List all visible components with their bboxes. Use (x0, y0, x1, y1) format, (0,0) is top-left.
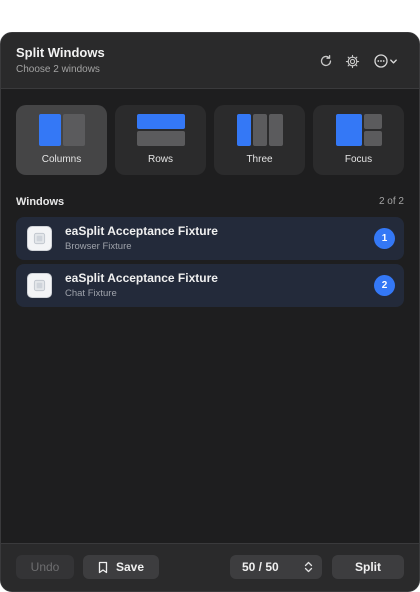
bookmark-icon (98, 561, 108, 574)
layout-focus-button[interactable]: Focus (313, 105, 404, 175)
window-thumbnail-icon (27, 226, 52, 251)
rows-layout-icon (137, 114, 185, 146)
ratio-select[interactable]: 50 / 50 (230, 555, 322, 579)
three-layout-icon (237, 114, 283, 146)
columns-layout-icon (39, 114, 85, 146)
panel-subtitle: Choose 2 windows (16, 64, 100, 75)
split-button[interactable]: Split (332, 555, 404, 579)
windows-section-title: Windows (16, 196, 65, 208)
focus-layout-icon (336, 114, 382, 146)
layout-rows-label: Rows (147, 154, 173, 165)
split-windows-panel: Split Windows Choose 2 windows Columns R… (0, 32, 420, 592)
chevron-down-icon[interactable] (387, 52, 399, 70)
ratio-label: 50 / 50 (242, 560, 279, 574)
window-title: eaSplit Acceptance Fixture (65, 271, 218, 285)
up-down-chevron-icon (304, 561, 313, 573)
window-order-badge: 2 (374, 275, 395, 296)
layout-three-button[interactable]: Three (214, 105, 305, 175)
refresh-icon[interactable] (317, 52, 335, 70)
save-button[interactable]: Save (83, 555, 159, 579)
layout-three-label: Three (246, 154, 273, 165)
window-title: eaSplit Acceptance Fixture (65, 224, 218, 238)
window-row[interactable]: eaSplit Acceptance Fixture Chat Fixture … (16, 264, 404, 307)
window-order-badge: 1 (374, 228, 395, 249)
save-label: Save (115, 560, 145, 574)
undo-label: Undo (30, 560, 60, 574)
windows-count: 2 of 2 (378, 196, 404, 207)
layout-columns-button[interactable]: Columns (16, 105, 107, 175)
panel-title: Split Windows (16, 45, 105, 60)
layout-rows-button[interactable]: Rows (115, 105, 206, 175)
layout-focus-label: Focus (344, 154, 373, 165)
window-subtitle: Chat Fixture (65, 288, 117, 299)
split-label: Split (355, 560, 381, 574)
gear-icon[interactable] (343, 52, 361, 70)
layout-picker: Columns Rows Three Focus (16, 105, 406, 177)
panel-footer: Undo Save 50 / 50 Split (1, 543, 419, 591)
panel-header: Split Windows Choose 2 windows (1, 33, 419, 89)
window-subtitle: Browser Fixture (65, 241, 132, 252)
window-row[interactable]: eaSplit Acceptance Fixture Browser Fixtu… (16, 217, 404, 260)
undo-button[interactable]: Undo (16, 555, 74, 579)
layout-columns-label: Columns (41, 154, 82, 165)
window-thumbnail-icon (27, 273, 52, 298)
